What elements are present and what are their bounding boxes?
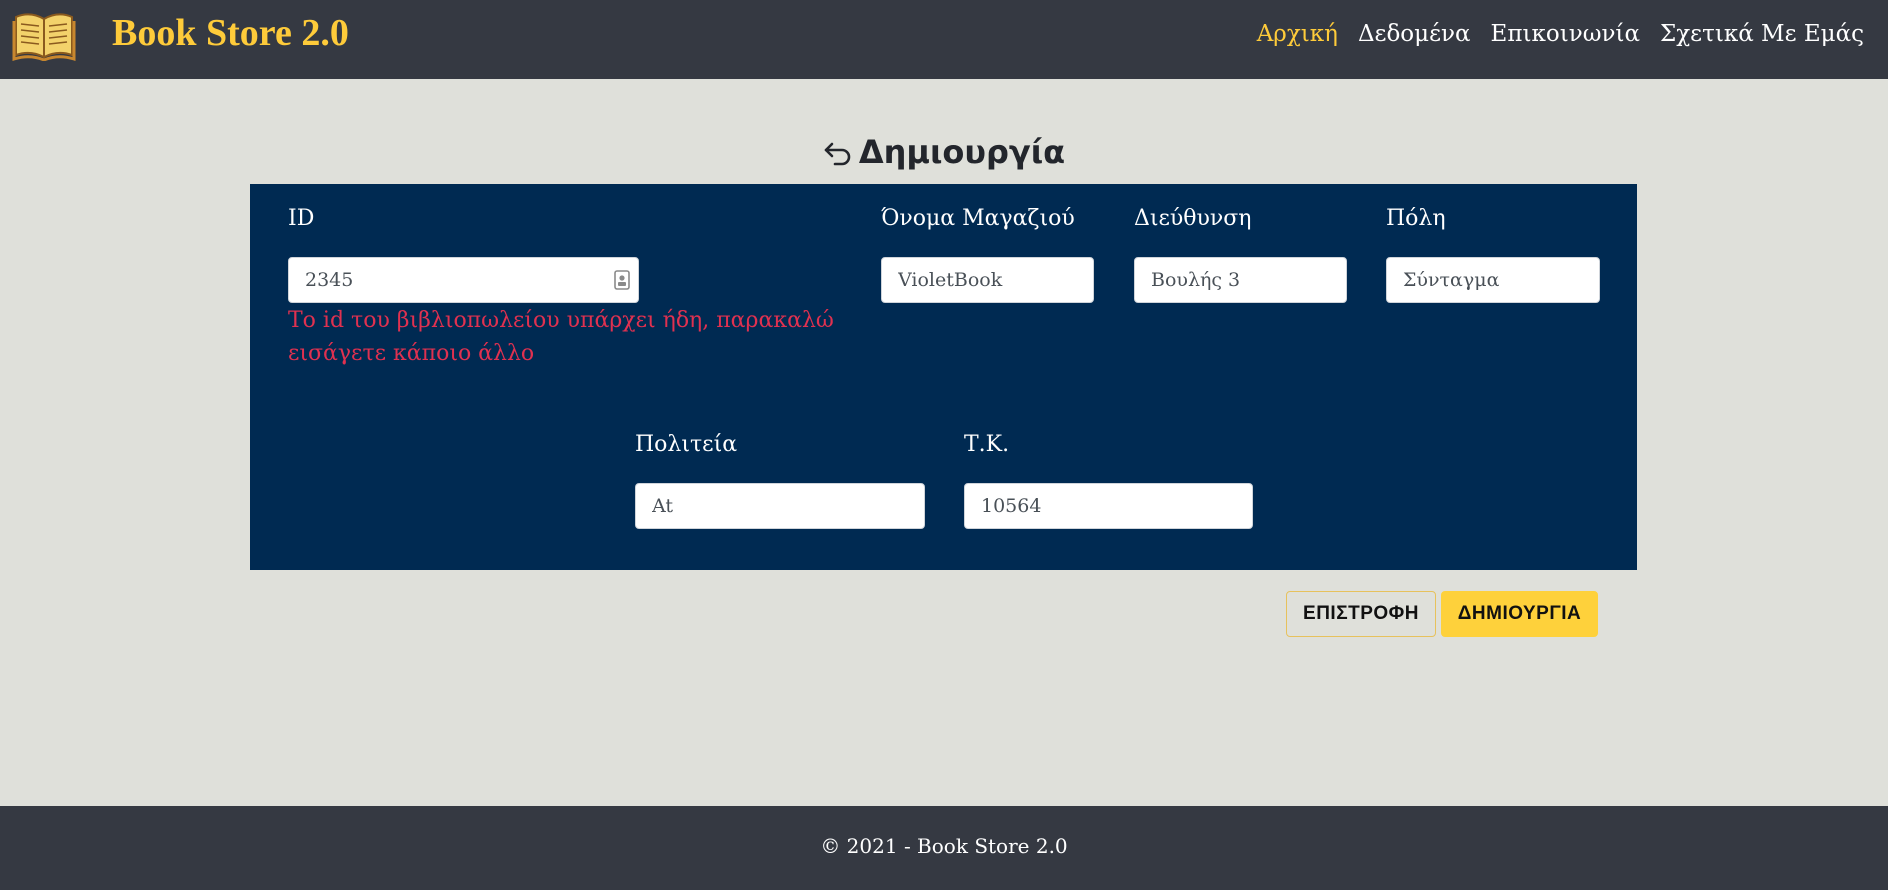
back-button[interactable]: ΕΠΙΣΤΡΟΦΗ: [1286, 591, 1436, 637]
id-error-message: Το id του βιβλιοπωλείου υπάρχει ήδη, παρ…: [288, 308, 834, 366]
page-heading: Δημιουργία: [0, 128, 1888, 176]
footer-copyright: © 2021 - Book Store 2.0: [820, 834, 1068, 858]
top-navbar: Book Store 2.0 Αρχική Δεδομένα Επικοινων…: [0, 0, 1888, 79]
store-name-label: Όνομα Μαγαζιού: [881, 206, 1075, 231]
address-input[interactable]: [1134, 257, 1347, 303]
address-label: Διεύθυνση: [1134, 206, 1252, 231]
brand-title[interactable]: Book Store 2.0: [112, 10, 349, 56]
create-store-form: ID Το id του βιβλιοπωλείου υπάρχει ήδη, …: [250, 184, 1637, 570]
main-nav: Αρχική Δεδομένα Επικοινωνία Σχετικά Με Ε…: [1257, 16, 1864, 52]
state-label: Πολιτεία: [635, 432, 738, 457]
city-label: Πόλη: [1386, 206, 1446, 231]
id-input[interactable]: [288, 257, 639, 303]
store-name-input[interactable]: [881, 257, 1094, 303]
page-title: Δημιουργία: [858, 133, 1066, 171]
nav-data[interactable]: Δεδομένα: [1358, 16, 1471, 52]
nav-contact[interactable]: Επικοινωνία: [1491, 16, 1640, 52]
footer: © 2021 - Book Store 2.0: [0, 806, 1888, 890]
nav-home[interactable]: Αρχική: [1257, 16, 1338, 52]
id-label: ID: [288, 206, 315, 231]
open-book-icon[interactable]: [12, 9, 76, 61]
city-input[interactable]: [1386, 257, 1600, 303]
nav-about[interactable]: Σχετικά Με Εμάς: [1660, 16, 1864, 52]
create-button[interactable]: ΔΗΜΙΟΥΡΓΙΑ: [1441, 591, 1598, 637]
zip-label: Τ.Κ.: [964, 432, 1010, 457]
state-input[interactable]: [635, 483, 925, 529]
return-arrow-icon[interactable]: [823, 141, 853, 167]
zip-input[interactable]: [964, 483, 1253, 529]
